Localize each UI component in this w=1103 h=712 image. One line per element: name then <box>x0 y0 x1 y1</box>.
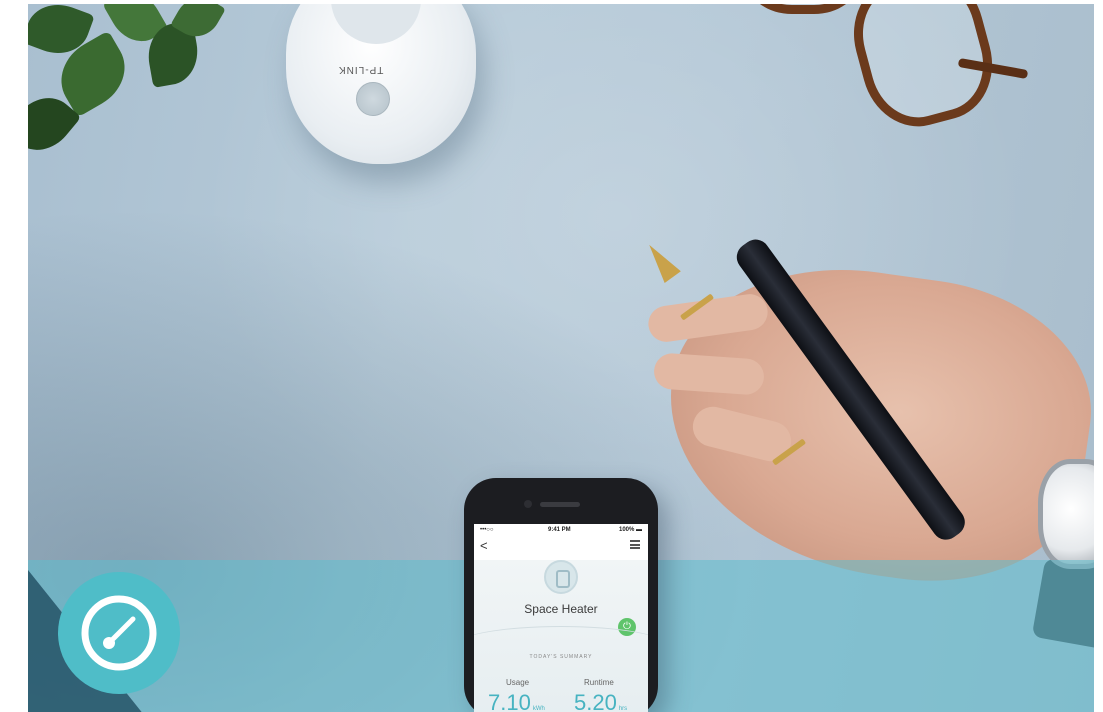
speedometer-icon <box>81 595 157 671</box>
settings-sliders-icon[interactable] <box>630 540 640 549</box>
status-bar: •••○○ 9:41 PM 100% ▬ <box>474 524 648 536</box>
device-summary-panel: Space Heater ⏻ TODAY'S SUMMARY Usage Run… <box>474 560 648 712</box>
heater-device-icon <box>544 560 578 594</box>
wristwatch <box>1038 459 1094 569</box>
plug-brand-logo: TP-LINK <box>338 64 384 75</box>
summary-label: TODAY'S SUMMARY <box>529 654 593 660</box>
phone-screen: •••○○ 9:41 PM 100% ▬ < Space Heater ⏻ TO… <box>474 524 648 712</box>
divider-arc <box>474 626 648 666</box>
runtime-label: Runtime <box>584 678 614 687</box>
phone-speaker <box>540 502 580 507</box>
battery-indicator: 100% ▬ <box>618 527 642 533</box>
runtime-value: 5.20 hrs <box>574 690 628 712</box>
usage-unit: kWh <box>532 706 545 712</box>
back-chevron-icon[interactable]: < <box>480 538 488 553</box>
plug-socket <box>331 4 421 44</box>
plug-power-button <box>356 82 390 116</box>
runtime-unit: hrs <box>618 706 628 712</box>
device-name: Space Heater <box>524 602 598 616</box>
finger <box>652 352 766 396</box>
carrier-signal: •••○○ <box>480 527 494 533</box>
status-time: 9:41 PM <box>548 527 571 533</box>
smartphone: •••○○ 9:41 PM 100% ▬ < Space Heater ⏻ TO… <box>464 478 658 712</box>
usage-value: 7.10 kWh <box>488 690 545 712</box>
phone-camera <box>524 500 532 508</box>
usage-label: Usage <box>506 678 530 687</box>
photo-scene: TP-LINK •••○○ 9:41 PM 100% ▬ < Space Hea… <box>28 4 1094 712</box>
speedometer-badge <box>58 572 180 694</box>
